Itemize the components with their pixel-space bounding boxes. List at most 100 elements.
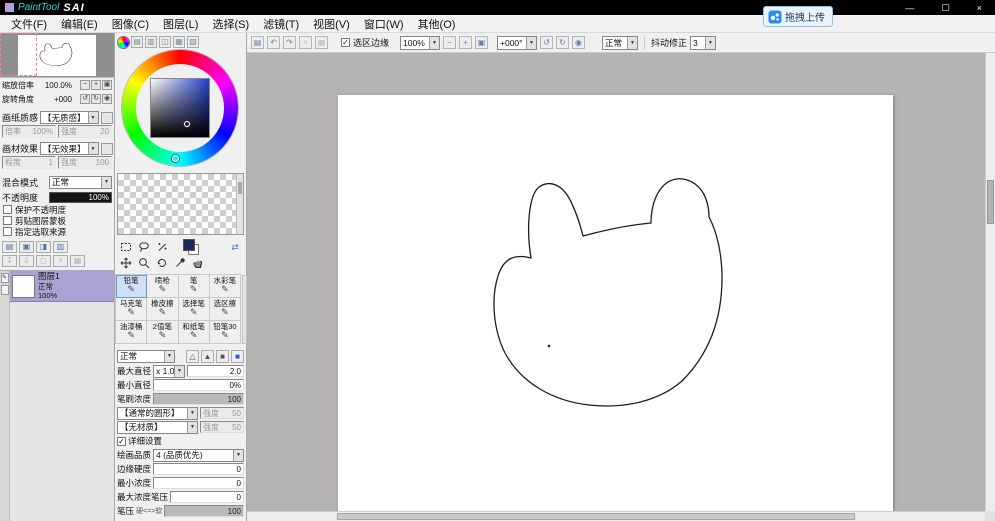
brush-eraser[interactable]: 橡皮擦✎ — [147, 298, 178, 321]
nav-zoom-in-button[interactable]: + — [91, 80, 101, 90]
brush-select-pen[interactable]: 选择笔✎ — [179, 298, 210, 321]
selection-source-checkbox[interactable] — [3, 227, 12, 236]
texture-strength-slider[interactable]: 强度 50 — [200, 421, 244, 433]
material-degree-slider[interactable]: 程度 1 — [2, 156, 56, 169]
view-zoom-in-button[interactable]: + — [459, 36, 472, 49]
layer-misc-button[interactable]: ▦ — [70, 255, 85, 267]
sv-cursor[interactable] — [184, 121, 190, 127]
brush-watercolor[interactable]: 水彩笔✎ — [210, 275, 241, 298]
material-effect-select[interactable]: 【无效果】 ▼ — [40, 142, 99, 155]
paint-mode-icon[interactable]: ✎ — [1, 273, 9, 283]
brush-marker[interactable]: 马克笔✎ — [116, 298, 147, 321]
color-wheel-tab-icon[interactable] — [118, 37, 129, 48]
brush-paper-pen[interactable]: 和纸笔✎ — [179, 321, 210, 344]
horizontal-scroll-thumb[interactable] — [337, 513, 855, 520]
zoom-tool[interactable] — [137, 256, 151, 270]
move-tool[interactable] — [119, 256, 133, 270]
new-layer-mask-button[interactable]: ◨ — [36, 241, 51, 253]
navigator-panel[interactable] — [0, 33, 114, 78]
preserve-opacity-checkbox[interactable] — [3, 205, 12, 214]
menu-image[interactable]: 图像(C) — [105, 16, 156, 32]
clipping-mask-checkbox[interactable] — [3, 216, 12, 225]
brush-shape-select[interactable]: 【通常的圆形】 ▼ — [117, 407, 198, 420]
brush-select-eraser[interactable]: 选区擦✎ — [210, 298, 241, 321]
hue-cursor[interactable] — [172, 155, 179, 162]
brush-texture-select[interactable]: 【无材质】 ▼ — [117, 421, 198, 434]
minimize-button[interactable]: — — [905, 3, 914, 13]
blend-mode-select[interactable]: 正常 ▼ — [49, 176, 112, 189]
delete-layer-button[interactable]: × — [53, 255, 68, 267]
menu-layer[interactable]: 图层(L) — [156, 16, 205, 32]
horizontal-scrollbar[interactable] — [247, 511, 985, 521]
selection-edge-checkbox[interactable]: ✓ — [341, 38, 350, 47]
nav-zoom-reset-button[interactable]: ▣ — [102, 80, 112, 90]
min-density-slider[interactable]: 0 — [153, 477, 244, 489]
brush-binary-pen[interactable]: 2值笔✎ — [147, 321, 178, 344]
brush-pen[interactable]: 笔✎ — [179, 275, 210, 298]
eyedropper-tool[interactable] — [173, 256, 187, 270]
saturation-value-square[interactable] — [151, 79, 209, 137]
scratchpad-tab[interactable]: ▧ — [187, 36, 199, 48]
view-rotate-cw-button[interactable]: ↻ — [556, 36, 569, 49]
brush-pencil[interactable]: 铅笔✎ — [116, 275, 147, 298]
view-zoom-out-button[interactable]: − — [443, 36, 456, 49]
menu-filter[interactable]: 滤镜(T) — [256, 16, 306, 32]
brush-airbrush[interactable]: 喷枪✎ — [147, 275, 178, 298]
undo-button[interactable]: ↶ — [267, 36, 280, 49]
swatches-tab[interactable]: ▦ — [173, 36, 185, 48]
rotate-canvas-tool[interactable] — [155, 256, 169, 270]
magic-wand-tool[interactable] — [155, 240, 169, 254]
nav-rotate-cw-button[interactable]: ↻ — [91, 94, 101, 104]
vertical-scroll-thumb[interactable] — [987, 180, 994, 224]
paper-scale-slider[interactable]: 倍率 100% — [2, 125, 56, 138]
scratchpad-panel[interactable] — [117, 173, 244, 235]
color-mixer-tab[interactable]: ◫ — [159, 36, 171, 48]
vertical-scrollbar[interactable] — [985, 53, 995, 511]
paper-strength-slider[interactable]: 强度 20 — [58, 125, 112, 138]
new-layer-button[interactable]: ▤ — [2, 241, 17, 253]
paint-quality-select[interactable]: 4 (品质优先) ▼ — [153, 449, 244, 462]
view-angle-select[interactable]: +000° ▼ — [497, 36, 537, 50]
edge-hardness-slider[interactable]: 0 — [153, 463, 244, 475]
new-layer-set-button[interactable]: ▣ — [19, 241, 34, 253]
nav-rotate-reset-button[interactable]: ◉ — [102, 94, 112, 104]
pen-pressure-slider[interactable]: 100 — [164, 505, 244, 517]
max-diameter-slider[interactable]: 2.0 — [187, 365, 244, 377]
brush-pencil30[interactable]: 铅笔30✎ — [210, 321, 241, 344]
scratchpad-scrollbar[interactable] — [236, 174, 243, 234]
menu-edit[interactable]: 编辑(E) — [54, 16, 105, 32]
drawing-canvas[interactable] — [338, 95, 893, 511]
hsv-slider-tab[interactable]: ▥ — [145, 36, 157, 48]
stabilizer-select[interactable]: 3 ▼ — [690, 36, 716, 50]
menu-view[interactable]: 视图(V) — [306, 16, 357, 32]
view-rotate-ccw-button[interactable]: ↺ — [540, 36, 553, 49]
transfer-down-button[interactable]: ↧ — [2, 255, 17, 267]
swap-colors-button[interactable]: ⇄ — [228, 241, 242, 254]
rect-select-tool[interactable] — [119, 240, 133, 254]
lasso-tool[interactable] — [137, 240, 151, 254]
nav-zoom-out-button[interactable]: − — [80, 80, 90, 90]
toolbar-blend-select[interactable]: 正常 ▼ — [602, 36, 638, 50]
material-effect-options-button[interactable] — [101, 143, 113, 155]
brush-tip-hard-button[interactable]: ▲ — [201, 350, 214, 363]
close-button[interactable]: × — [977, 3, 982, 13]
merge-down-button[interactable]: ⇓ — [19, 255, 34, 267]
material-strength-slider[interactable]: 强度 100 — [58, 156, 112, 169]
scroll-style-button[interactable]: ▤ — [251, 36, 264, 49]
maximize-button[interactable]: ▢ — [941, 2, 950, 13]
menu-window[interactable]: 窗口(W) — [357, 16, 411, 32]
clear-layer-button[interactable]: ◻ — [36, 255, 51, 267]
hue-ring[interactable] — [122, 50, 238, 166]
rgb-slider-tab[interactable]: ▤ — [131, 36, 143, 48]
brush-tip-flat-button[interactable]: ■ — [216, 350, 229, 363]
view-zoom-reset-button[interactable]: ▣ — [475, 36, 488, 49]
max-density-pressure-slider[interactable]: 0 — [170, 491, 244, 503]
menu-others[interactable]: 其他(O) — [411, 16, 463, 32]
shape-strength-slider[interactable]: 强度 50 — [200, 407, 244, 419]
diameter-unit-select[interactable]: x 1.0 ▼ — [153, 365, 185, 378]
menu-file[interactable]: 文件(F) — [4, 16, 54, 32]
view-rotate-reset-button[interactable]: ◉ — [572, 36, 585, 49]
layer-row-1[interactable]: 图层1 正常 100% — [10, 271, 114, 302]
drag-upload-button[interactable]: 拖拽上传 — [763, 6, 833, 27]
opacity-slider[interactable]: 100% — [49, 192, 112, 203]
